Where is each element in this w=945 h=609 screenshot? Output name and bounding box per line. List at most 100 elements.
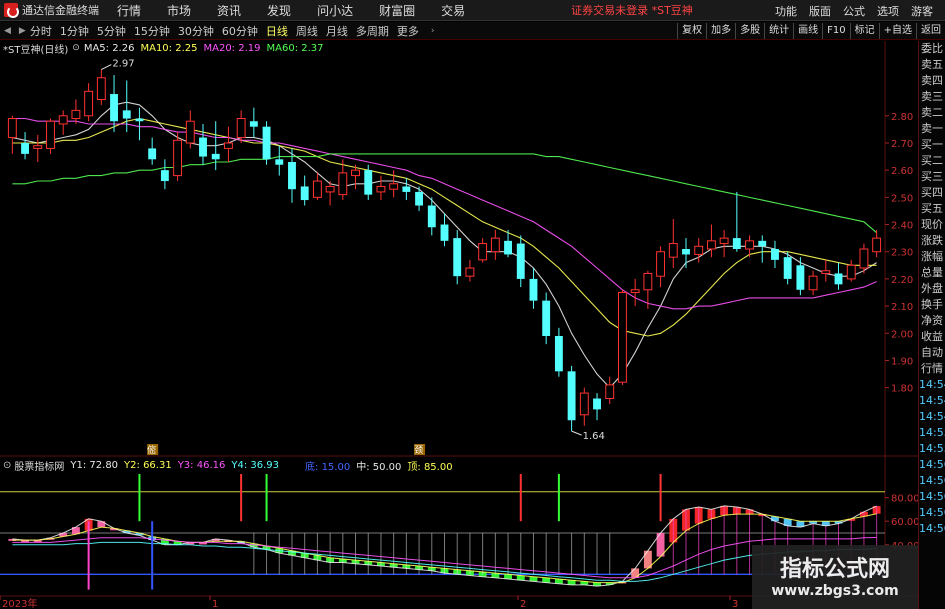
candle-body bbox=[160, 170, 169, 182]
side-panel-item[interactable]: 卖二 bbox=[919, 105, 945, 121]
watermark-title: 指标公式网 bbox=[779, 557, 890, 582]
ma60-label: MA60: 2.37 bbox=[266, 42, 324, 54]
high-marker-line bbox=[101, 64, 112, 71]
candle-body bbox=[351, 169, 360, 177]
x-axis-label: 1 bbox=[212, 599, 218, 609]
side-panel-item[interactable]: 14:56 bbox=[919, 489, 945, 505]
candle-body bbox=[872, 237, 882, 253]
indicator-tick-label: 80.00 bbox=[891, 494, 918, 505]
side-panel-item[interactable]: 14:56 bbox=[919, 505, 945, 521]
candle-body bbox=[376, 185, 386, 193]
side-panel-item[interactable]: 卖四 bbox=[919, 73, 945, 89]
price-chart[interactable]: 2.80 2.70 2.60 2.50 2.40 2.30 2.20 2.10 2.00 1.90… bbox=[0, 0, 918, 609]
ma10-label: MA10: 2.25 bbox=[140, 42, 198, 54]
side-panel-item[interactable]: 14:55 bbox=[919, 441, 945, 457]
candle-body bbox=[643, 272, 653, 291]
bottom-label: 底: 15.00 bbox=[305, 462, 351, 473]
candle-body bbox=[821, 270, 831, 274]
candle-body bbox=[135, 118, 144, 122]
candle-body bbox=[211, 153, 220, 160]
candle-body bbox=[593, 398, 601, 410]
price-tick-label: 2.00 bbox=[891, 329, 913, 340]
candle-body bbox=[21, 142, 30, 154]
side-panel-item[interactable]: 14:54 bbox=[919, 377, 945, 393]
candle-body bbox=[796, 265, 805, 290]
candle-body bbox=[236, 118, 246, 139]
side-panel-item[interactable]: 买二 bbox=[919, 153, 945, 169]
side-panel-item[interactable]: 收益 bbox=[919, 329, 945, 345]
quote-side-panel: 委比 卖五 卖四 卖三 卖二 卖一 买一 买二 买三 买四 买五 现价 涨跌 涨幅 总量 外盘 换手 净资 收益 自动… bbox=[918, 41, 945, 609]
side-panel-item[interactable]: 卖五 bbox=[919, 57, 945, 73]
candle-body bbox=[223, 142, 233, 149]
side-panel-item[interactable]: 14:56 bbox=[919, 521, 945, 537]
side-panel-item[interactable]: 14:56 bbox=[919, 457, 945, 473]
indicator-collapse-icon[interactable]: ⊙ bbox=[3, 460, 11, 471]
candle-body bbox=[300, 186, 309, 201]
candle-body bbox=[402, 186, 411, 192]
low-marker-label: 1.64 bbox=[583, 431, 605, 442]
side-panel-item[interactable]: 现价 bbox=[919, 217, 945, 233]
flag-marker-label: 㑻 bbox=[147, 444, 156, 456]
indicator-legend: ⊙ 股票指标网 Y1: 72.80 Y2: 66.31 Y3: 46.16 Y4… bbox=[0, 458, 459, 473]
candle-body bbox=[312, 180, 322, 198]
candle-body bbox=[758, 240, 767, 247]
price-tick-label: 2.80 bbox=[891, 112, 913, 123]
candle-body bbox=[33, 145, 43, 149]
candle-body bbox=[542, 300, 551, 336]
candle-body bbox=[110, 94, 118, 122]
candle-body bbox=[148, 148, 157, 160]
side-panel-item[interactable]: 净资 bbox=[919, 313, 945, 329]
candle-body bbox=[7, 118, 17, 139]
y2-label: Y2: 66.31 bbox=[124, 460, 172, 471]
side-panel-item[interactable]: 14:55 bbox=[919, 425, 945, 441]
ma20-label: MA20: 2.19 bbox=[203, 42, 261, 54]
side-panel-item[interactable]: 换手 bbox=[919, 297, 945, 313]
watermark-url: www.zbgs3.com bbox=[771, 583, 899, 599]
side-panel-item[interactable]: 14:54 bbox=[919, 393, 945, 409]
side-panel-item[interactable]: 外盘 bbox=[919, 281, 945, 297]
side-panel-item[interactable]: 买四 bbox=[919, 185, 945, 201]
candle-body bbox=[262, 126, 271, 160]
side-panel-item[interactable]: 行情 bbox=[919, 361, 945, 377]
price-tick-label: 2.10 bbox=[891, 302, 913, 313]
side-panel-item[interactable]: 自动 bbox=[919, 345, 945, 361]
candle-body bbox=[605, 384, 615, 400]
candle-body bbox=[682, 249, 690, 255]
side-panel-item[interactable]: 买五 bbox=[919, 201, 945, 217]
candle-body bbox=[364, 170, 373, 195]
side-panel-item[interactable]: 卖一 bbox=[919, 121, 945, 137]
side-panel-item[interactable]: 买一 bbox=[919, 137, 945, 153]
x-axis-label: 2023年 bbox=[2, 597, 37, 609]
price-tick-label: 2.70 bbox=[891, 139, 913, 150]
chart-title: *ST豆神(日线) bbox=[3, 44, 69, 56]
indicator-name[interactable]: 股票指标网 bbox=[14, 458, 64, 473]
side-panel-item[interactable]: 14:54 bbox=[919, 409, 945, 425]
candle-body bbox=[389, 183, 399, 190]
side-panel-item[interactable]: 涨幅 bbox=[919, 249, 945, 265]
price-tick-label: 2.30 bbox=[891, 248, 913, 259]
side-panel-item[interactable]: 涨跌 bbox=[919, 233, 945, 249]
price-tick-label: 2.20 bbox=[891, 275, 913, 286]
x-axis-label: 3 bbox=[732, 599, 738, 609]
side-panel-item[interactable]: 买三 bbox=[919, 169, 945, 185]
candle-body bbox=[529, 278, 538, 301]
collapse-icon[interactable]: ⊙ bbox=[72, 43, 80, 53]
return-button[interactable]: 返回 bbox=[916, 23, 945, 39]
price-tick-label: 1.90 bbox=[891, 356, 913, 367]
candle-body bbox=[58, 115, 68, 125]
candle-body bbox=[719, 237, 729, 245]
candle-body bbox=[288, 162, 296, 190]
price-tick-label: 2.40 bbox=[891, 221, 913, 232]
y1-label: Y1: 72.80 bbox=[70, 460, 119, 471]
candle-body bbox=[504, 240, 512, 255]
candle-body bbox=[490, 237, 500, 253]
candle-body bbox=[554, 335, 563, 372]
candle-body bbox=[783, 257, 792, 279]
candle-body bbox=[453, 238, 462, 277]
side-panel-item[interactable]: 委比 bbox=[919, 41, 945, 57]
candle-body bbox=[694, 245, 704, 255]
side-panel-item[interactable]: 14:56 bbox=[919, 473, 945, 489]
candle-body bbox=[834, 273, 843, 285]
side-panel-item[interactable]: 卖三 bbox=[919, 89, 945, 105]
side-panel-item[interactable]: 总量 bbox=[919, 265, 945, 281]
